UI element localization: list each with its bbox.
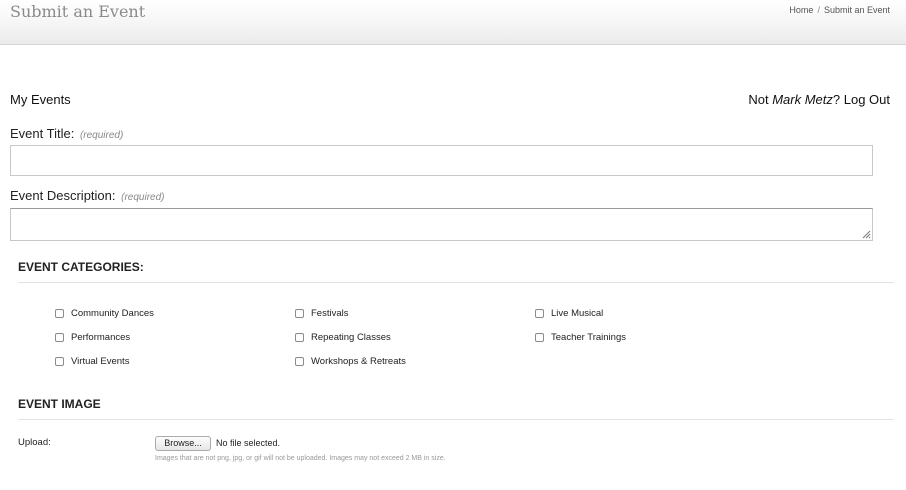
- checkbox-icon[interactable]: [295, 309, 304, 318]
- resize-grip-icon[interactable]: [861, 229, 871, 239]
- event-image-heading: EVENT IMAGE: [18, 397, 101, 411]
- event-description-label: Event Description: (required): [10, 188, 164, 203]
- event-title-input[interactable]: [10, 145, 873, 176]
- category-label: Performances: [71, 332, 131, 343]
- event-title-label: Event Title: (required): [10, 126, 123, 141]
- category-workshops-retreats[interactable]: Workshops & Retreats: [295, 356, 406, 367]
- browse-button[interactable]: Browse...: [155, 436, 211, 451]
- checkbox-icon[interactable]: [295, 333, 304, 342]
- category-label: Virtual Events: [71, 356, 130, 367]
- category-label: Community Dances: [71, 308, 154, 319]
- required-hint: (required): [79, 130, 124, 141]
- breadcrumb-separator: /: [817, 5, 820, 15]
- image-divider: [18, 419, 894, 420]
- checkbox-icon[interactable]: [55, 357, 64, 366]
- category-label: Workshops & Retreats: [311, 356, 406, 367]
- upload-hint: Images that are not png, jpg, or gif wil…: [155, 455, 446, 462]
- file-status: No file selected.: [216, 438, 281, 448]
- breadcrumb: Home / Submit an Event: [789, 5, 890, 15]
- category-performances[interactable]: Performances: [55, 332, 130, 343]
- checkbox-icon[interactable]: [55, 333, 64, 342]
- event-categories-heading: EVENT CATEGORIES:: [18, 260, 144, 274]
- category-virtual-events[interactable]: Virtual Events: [55, 356, 129, 367]
- checkbox-icon[interactable]: [535, 309, 544, 318]
- breadcrumb-current: Submit an Event: [823, 5, 890, 15]
- page-title: Submit an Event: [10, 2, 146, 21]
- required-hint: (required): [121, 192, 165, 203]
- category-festivals[interactable]: Festivals: [295, 308, 348, 319]
- category-community-dances[interactable]: Community Dances: [55, 308, 154, 319]
- categories-divider: [18, 282, 894, 283]
- user-name: Mark Metz: [772, 92, 833, 107]
- category-teacher-trainings[interactable]: Teacher Trainings: [535, 332, 626, 343]
- checkbox-icon[interactable]: [295, 357, 304, 366]
- category-label: Live Musical: [551, 308, 604, 319]
- category-label: Repeating Classes: [311, 332, 391, 343]
- my-events-link[interactable]: My Events: [10, 92, 71, 107]
- user-bar: Not Mark Metz? Log Out: [748, 92, 890, 107]
- user-prefix: Not: [748, 92, 773, 107]
- category-live-musical[interactable]: Live Musical: [535, 308, 603, 319]
- page-header: Submit an Event Home / Submit an Event: [0, 0, 906, 45]
- category-label: Teacher Trainings: [551, 332, 626, 343]
- user-suffix: ?: [832, 92, 844, 107]
- breadcrumb-home-link[interactable]: Home: [789, 5, 813, 15]
- event-description-label-text: Event Description:: [10, 188, 116, 203]
- upload-label: Upload:: [18, 437, 51, 448]
- category-repeating-classes[interactable]: Repeating Classes: [295, 332, 391, 343]
- category-label: Festivals: [311, 308, 349, 319]
- checkbox-icon[interactable]: [55, 309, 64, 318]
- event-description-textarea[interactable]: [10, 208, 873, 241]
- checkbox-icon[interactable]: [535, 333, 544, 342]
- event-title-label-text: Event Title:: [10, 126, 75, 141]
- logout-link[interactable]: Log Out: [844, 92, 890, 107]
